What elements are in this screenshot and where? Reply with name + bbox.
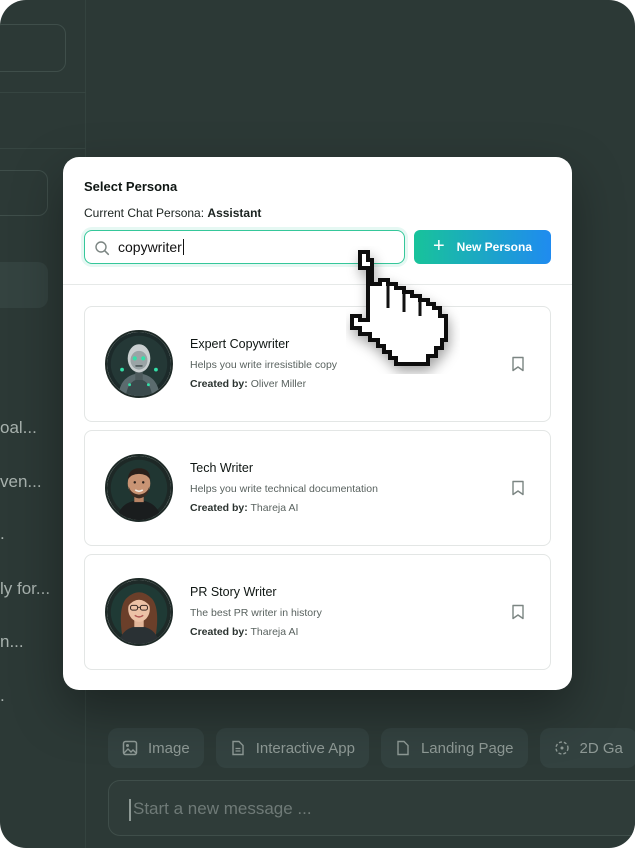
- persona-creator: Created by: Thareja AI: [190, 626, 298, 638]
- created-by-label: Created by:: [190, 502, 248, 514]
- created-by-label: Created by:: [190, 626, 248, 638]
- man-avatar: [105, 454, 173, 522]
- woman-avatar: [105, 578, 173, 646]
- bookmark-icon[interactable]: [511, 604, 525, 620]
- persona-card[interactable]: PR Story Writer The best PR writer in hi…: [84, 554, 551, 670]
- chat-history-item[interactable]: .: [0, 524, 5, 544]
- chat-history-item[interactable]: oal...: [0, 418, 37, 438]
- new-persona-label: New Persona: [456, 240, 533, 254]
- chat-history-item[interactable]: ly for...: [0, 579, 50, 599]
- search-value: copywriter: [118, 239, 184, 255]
- message-placeholder: Start a new message ...: [133, 799, 312, 818]
- sidebar-item-active[interactable]: [0, 262, 48, 308]
- chat-history-item[interactable]: ven...: [0, 472, 42, 492]
- persona-description: Helps you write technical documentation: [190, 483, 378, 495]
- created-by-label: Created by:: [190, 378, 248, 390]
- created-by-value: Oliver Miller: [250, 378, 307, 390]
- hand-pointer-cursor-icon: [350, 250, 448, 366]
- persona-card[interactable]: Tech Writer Helps you write technical do…: [84, 430, 551, 546]
- search-text: copywriter: [118, 239, 182, 255]
- sidebar-divider: [0, 148, 86, 149]
- game-icon: [554, 741, 569, 755]
- chip-2d-game[interactable]: 2D Ga: [539, 728, 635, 768]
- modal-title: Select Persona: [84, 179, 178, 194]
- current-persona-value: Assistant: [207, 206, 262, 220]
- bookmark-icon[interactable]: [511, 356, 525, 372]
- chip-label: Image: [148, 739, 190, 757]
- created-by-value: Thareja AI: [250, 626, 299, 638]
- quick-action-chips: Image Interactive App Landing Page 2D Ga: [108, 728, 635, 768]
- search-icon: [95, 241, 110, 256]
- chip-label: Interactive App: [255, 739, 355, 757]
- text-caret: [129, 799, 131, 821]
- chat-history-item[interactable]: .: [0, 686, 5, 706]
- persona-creator: Created by: Oliver Miller: [190, 378, 306, 390]
- persona-creator: Created by: Thareja AI: [190, 502, 298, 514]
- persona-description: Helps you write irresistible copy: [190, 359, 338, 371]
- sidebar-button[interactable]: [0, 24, 66, 72]
- document-icon: [397, 740, 409, 756]
- current-persona: Current Chat Persona: Assistant: [84, 206, 261, 220]
- image-icon: [122, 740, 138, 756]
- chip-interactive-app[interactable]: Interactive App: [215, 728, 369, 768]
- chat-history-item[interactable]: n...: [0, 632, 24, 652]
- chip-image[interactable]: Image: [108, 728, 204, 768]
- chip-label: Landing Page: [420, 739, 514, 757]
- document-icon: [232, 740, 244, 756]
- modal-divider: [63, 284, 572, 285]
- persona-name: Expert Copywriter: [190, 337, 290, 351]
- select-persona-modal: Select Persona Current Chat Persona: Ass…: [63, 157, 572, 690]
- sidebar-divider: [0, 92, 86, 93]
- chip-landing-page[interactable]: Landing Page: [380, 728, 528, 768]
- persona-name: Tech Writer: [190, 461, 253, 475]
- message-input[interactable]: Start a new message ...: [108, 780, 635, 836]
- persona-description: The best PR writer in history: [190, 607, 322, 619]
- app-frame: oal... ven... . ly for... n... . Image I…: [0, 0, 635, 848]
- bookmark-icon[interactable]: [511, 480, 525, 496]
- robot-avatar: [105, 330, 173, 398]
- text-caret: [182, 239, 184, 255]
- sidebar-search[interactable]: [0, 170, 48, 216]
- persona-card[interactable]: Expert Copywriter Helps you write irresi…: [84, 306, 551, 422]
- chip-label: 2D Ga: [579, 739, 623, 757]
- persona-name: PR Story Writer: [190, 585, 277, 599]
- current-persona-label: Current Chat Persona:: [84, 206, 205, 220]
- created-by-value: Thareja AI: [250, 502, 299, 514]
